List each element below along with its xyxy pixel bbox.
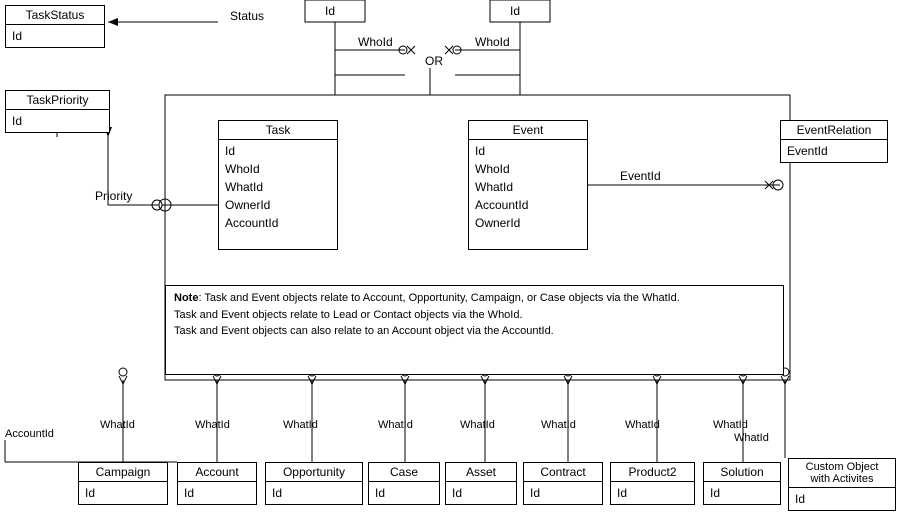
campaign-entity: Campaign Id	[78, 462, 168, 505]
case-title: Case	[369, 463, 439, 482]
diagram-svg: Id Id Status WhoId WhoId OR	[0, 0, 903, 525]
asset-entity: Asset Id	[445, 462, 517, 505]
svg-text:WhoId: WhoId	[475, 35, 510, 49]
product2-entity: Product2 Id	[610, 462, 695, 505]
customobject-entity: Custom Objectwith Activites Id	[788, 458, 896, 511]
svg-text:WhatId: WhatId	[713, 419, 748, 431]
note-box: Note: Task and Event objects relate to A…	[165, 285, 784, 375]
svg-text:Status: Status	[230, 9, 264, 23]
event-entity: Event IdWhoIdWhatIdAccountIdOwnerId	[468, 120, 588, 250]
campaign-title: Campaign	[79, 463, 167, 482]
eventrelation-entity: EventRelation EventId	[780, 120, 888, 163]
svg-text:Id: Id	[325, 4, 335, 18]
opportunity-fields: Id	[266, 482, 362, 504]
customobject-fields: Id	[789, 488, 895, 510]
contract-fields: Id	[524, 482, 602, 504]
taskpriority-entity: TaskPriority Id	[5, 90, 110, 133]
svg-text:WhatId: WhatId	[283, 419, 318, 431]
solution-entity: Solution Id	[703, 462, 781, 505]
taskpriority-title: TaskPriority	[6, 91, 109, 110]
svg-text:WhatId: WhatId	[734, 432, 769, 444]
svg-text:WhoId: WhoId	[358, 35, 393, 49]
account-entity: Account Id	[177, 462, 257, 505]
eventrelation-title: EventRelation	[781, 121, 887, 140]
task-title: Task	[219, 121, 337, 140]
taskstatus-fields: Id	[6, 25, 104, 47]
event-title: Event	[469, 121, 587, 140]
event-fields: IdWhoIdWhatIdAccountIdOwnerId	[469, 140, 587, 234]
product2-fields: Id	[611, 482, 694, 504]
solution-title: Solution	[704, 463, 780, 482]
opportunity-entity: Opportunity Id	[265, 462, 363, 505]
svg-text:OR: OR	[425, 54, 443, 68]
task-entity: Task IdWhoIdWhatIdOwnerIdAccountId	[218, 120, 338, 250]
svg-text:EventId: EventId	[620, 169, 661, 183]
solution-fields: Id	[704, 482, 780, 504]
svg-text:WhatId: WhatId	[100, 419, 135, 431]
svg-text:WhatId: WhatId	[460, 419, 495, 431]
diagram-container: Id Id Status WhoId WhoId OR	[0, 0, 903, 525]
case-fields: Id	[369, 482, 439, 504]
product2-title: Product2	[611, 463, 694, 482]
svg-text:WhatId: WhatId	[541, 419, 576, 431]
svg-text:WhatId: WhatId	[378, 419, 413, 431]
task-fields: IdWhoIdWhatIdOwnerIdAccountId	[219, 140, 337, 234]
case-entity: Case Id	[368, 462, 440, 505]
opportunity-title: Opportunity	[266, 463, 362, 482]
eventrelation-fields: EventId	[781, 140, 887, 162]
account-fields: Id	[178, 482, 256, 504]
taskstatus-title: TaskStatus	[6, 6, 104, 25]
asset-fields: Id	[446, 482, 516, 504]
asset-title: Asset	[446, 463, 516, 482]
customobject-title: Custom Objectwith Activites	[789, 459, 895, 488]
svg-text:Priority: Priority	[95, 189, 132, 203]
campaign-fields: Id	[79, 482, 167, 504]
note-text: Note: Task and Event objects relate to A…	[174, 292, 680, 337]
svg-text:WhatId: WhatId	[625, 419, 660, 431]
contract-entity: Contract Id	[523, 462, 603, 505]
svg-text:Id: Id	[510, 4, 520, 18]
account-title: Account	[178, 463, 256, 482]
contract-title: Contract	[524, 463, 602, 482]
taskstatus-entity: TaskStatus Id	[5, 5, 105, 48]
taskpriority-fields: Id	[6, 110, 109, 132]
svg-text:AccountId: AccountId	[5, 428, 54, 440]
svg-text:WhatId: WhatId	[195, 419, 230, 431]
